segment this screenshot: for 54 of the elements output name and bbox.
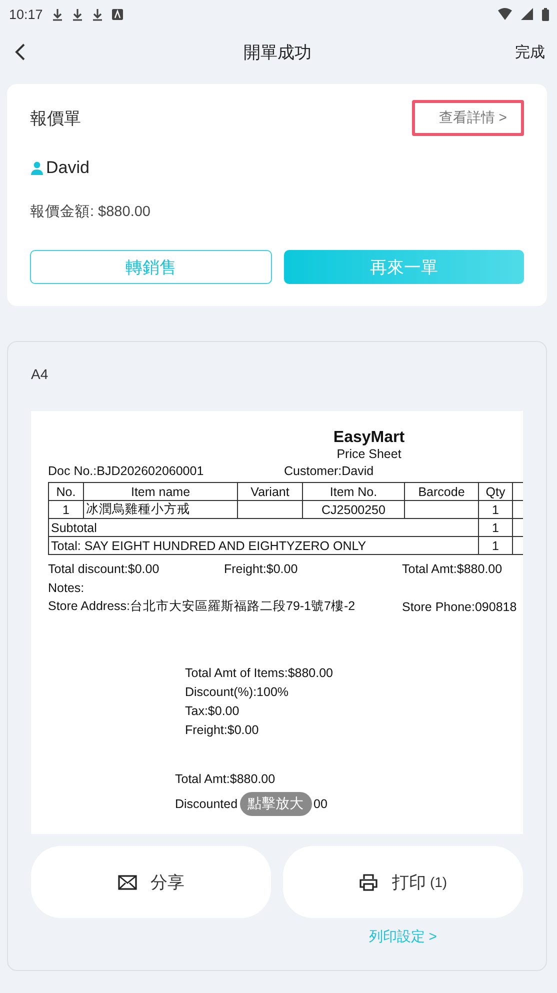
print-button[interactable]: 打印 (1) <box>283 846 523 918</box>
store-address: Store Address:台北市大安區羅斯福路二段79-1號7樓-2 <box>48 599 356 613</box>
document-preview[interactable] <box>31 411 523 834</box>
document-title: Price Sheet <box>336 447 402 461</box>
summary-line: Total Amt of Items:$880.00 <box>185 665 334 682</box>
total-line: Total Amt:$880.00 <box>402 562 502 576</box>
total-amount: Total Amt:$880.00 <box>175 771 276 788</box>
summary-line: Discount(%):100% <box>185 684 290 701</box>
column-header: Item No. <box>302 482 404 500</box>
summary-line: Freight:$0.00 <box>185 722 260 739</box>
table-cell: 1 <box>48 500 84 518</box>
summary-line: Tax:$0.00 <box>185 703 240 720</box>
app-notification-icon <box>112 8 123 20</box>
battery-icon <box>542 8 549 20</box>
discounted-label: Discounted <box>175 796 238 810</box>
download-icon <box>72 8 83 20</box>
store-name: EasyMart <box>333 429 405 447</box>
discounted-amount: 00 <box>314 796 328 810</box>
total-in-words: Total: SAY EIGHT HUNDRED AND EIGHTYZERO ONLY <box>48 536 478 554</box>
download-icon <box>52 8 63 20</box>
column-header: Item name <box>84 482 238 500</box>
page-title: 開單成功 <box>244 42 312 64</box>
column-header: Barcode <box>404 482 478 500</box>
paper-size-label: A4 <box>31 366 50 382</box>
column-header: Qty <box>478 482 512 500</box>
printer-icon <box>358 874 378 890</box>
signal-icon <box>521 8 533 20</box>
person-icon <box>30 161 44 175</box>
table-cell: CJ2500250 <box>302 500 404 518</box>
download-icon <box>92 8 103 20</box>
view-details-link[interactable]: 查看詳情 > <box>412 100 524 136</box>
customer-name: David <box>46 158 90 178</box>
doc-customer: Customer:David <box>284 464 374 478</box>
status-time: 10:17 <box>9 6 43 22</box>
doc-number: Doc No.:BJD202602060001 <box>48 464 204 478</box>
table-cell: 1 <box>478 518 512 536</box>
total-line: Total discount:$0.00 <box>48 562 160 576</box>
total-line: Freight:$0.00 <box>224 562 298 576</box>
column-header: No. <box>48 482 84 500</box>
envelope-icon <box>118 874 136 890</box>
card-title: 報價單 <box>30 108 81 130</box>
quote-amount: 報價金額: $880.00 <box>30 203 152 221</box>
table-cell: 1 <box>478 500 512 518</box>
table-cell: 冰潤烏雞種小方戒 <box>84 500 238 518</box>
zoom-hint-toast: 點擊放大 <box>240 792 312 816</box>
notes-label: Notes: <box>48 580 84 594</box>
table-cell: 1 <box>478 536 512 554</box>
column-header: Variant <box>238 482 302 500</box>
wifi-icon <box>498 8 512 20</box>
back-icon[interactable] <box>14 43 26 61</box>
store-phone: Store Phone:090818 <box>402 600 517 614</box>
subtotal-label: Subtotal <box>48 518 478 536</box>
done-button[interactable]: 完成 <box>515 42 545 62</box>
share-button[interactable]: 分享 <box>31 846 271 918</box>
